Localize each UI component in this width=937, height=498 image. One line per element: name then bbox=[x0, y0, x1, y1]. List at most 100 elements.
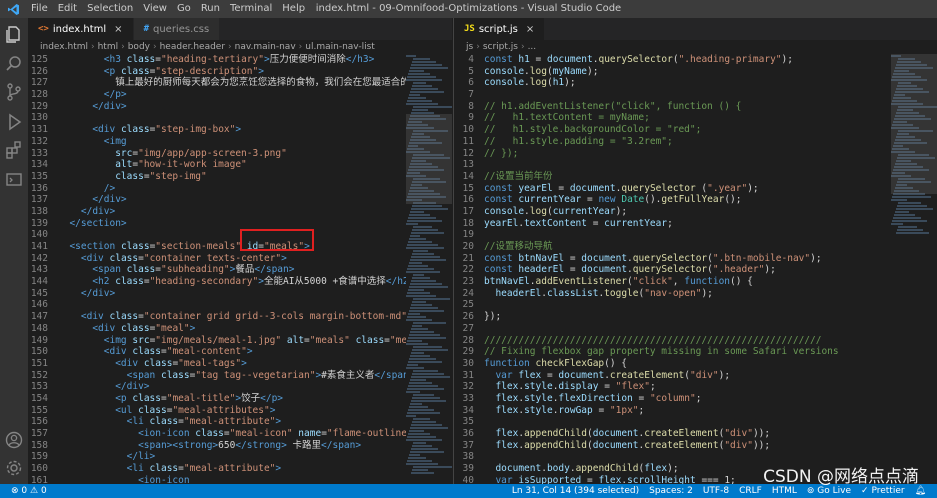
code-line[interactable]: 26}); bbox=[454, 311, 891, 323]
code-line[interactable]: 37 flex.appendChild(document.createEleme… bbox=[454, 440, 891, 452]
minimap-slider[interactable] bbox=[891, 54, 937, 194]
encoding[interactable]: UTF-8 bbox=[703, 486, 729, 496]
code-line[interactable]: 33 flex.style.flexDirection = "column"; bbox=[454, 393, 891, 405]
code-line[interactable]: 147 <div class="container grid grid--3-c… bbox=[28, 311, 413, 323]
code-editor-html[interactable]: 125 <h3 class="heading-tertiary">压力便便时间消… bbox=[28, 54, 442, 484]
breadcrumb-item[interactable]: body bbox=[128, 42, 150, 52]
code-line[interactable]: 15 const yearEl = document.querySelector … bbox=[454, 183, 891, 195]
explorer-icon[interactable] bbox=[4, 24, 24, 44]
code-line[interactable]: 126 <p class="step-description"> bbox=[28, 66, 406, 78]
menu-view[interactable]: View bbox=[138, 0, 172, 18]
code-line[interactable]: 36 flex.appendChild(document.createEleme… bbox=[454, 428, 891, 440]
code-line[interactable]: 154 <p class="meal-title">饺子</p> bbox=[28, 393, 406, 405]
code-line[interactable]: 133 src="img/app/app-screen-3.png" bbox=[28, 148, 406, 160]
breadcrumb-item[interactable]: script.js bbox=[483, 42, 518, 52]
code-line[interactable]: 151 <div class="meal-tags"> bbox=[28, 358, 406, 370]
close-icon[interactable]: × bbox=[526, 24, 534, 35]
code-line[interactable]: 18 yearEl.textContent = currentYear; bbox=[454, 218, 891, 230]
code-line[interactable]: 137 </div> bbox=[28, 194, 406, 206]
code-line[interactable]: 20 //设置移动导航 bbox=[454, 241, 891, 253]
breadcrumb-item[interactable]: ... bbox=[528, 42, 537, 52]
code-line[interactable]: 153 </div> bbox=[28, 381, 406, 393]
code-line[interactable]: 19 bbox=[454, 229, 891, 241]
code-editor-js[interactable]: 4 const h1 = document.querySelector(".hea… bbox=[454, 54, 891, 484]
run-debug-icon[interactable] bbox=[4, 112, 24, 132]
menu-file[interactable]: File bbox=[26, 0, 53, 18]
code-line[interactable]: 35 bbox=[454, 416, 891, 428]
code-line[interactable]: 127 镇上最好的厨师每天都会为您烹饪您选择的食物，我们会在您最适合的时 bbox=[28, 77, 419, 89]
minimap[interactable] bbox=[406, 54, 452, 484]
indentation[interactable]: Spaces: 2 bbox=[649, 486, 693, 496]
code-line[interactable]: 141 <section class="section-meals" id="m… bbox=[28, 241, 406, 253]
prettier-button[interactable]: ✓ Prettier bbox=[861, 486, 905, 496]
code-line[interactable]: 32 flex.style.display = "flex"; bbox=[454, 381, 891, 393]
breadcrumb-item[interactable]: js bbox=[466, 42, 473, 52]
problems-status[interactable]: ⊗ 0 ⚠ 0 bbox=[11, 486, 47, 496]
code-line[interactable]: 134 alt="how-it-work image" bbox=[28, 159, 406, 171]
code-line[interactable]: 146 bbox=[28, 299, 406, 311]
notifications-bell-icon[interactable]: 🔔︎ bbox=[915, 486, 926, 496]
code-line[interactable]: 150 <div class="meal-content"> bbox=[28, 346, 406, 358]
code-line[interactable]: 8 // h1.addEventListener("click", functio… bbox=[454, 101, 891, 113]
code-line[interactable]: 145 </div> bbox=[28, 288, 406, 300]
code-line[interactable]: 28 //////////////////////////////////////… bbox=[454, 335, 891, 347]
code-line[interactable]: 7 bbox=[454, 89, 891, 101]
code-line[interactable]: 140 bbox=[28, 229, 406, 241]
code-line[interactable]: 12 // }); bbox=[454, 148, 891, 160]
code-line[interactable]: 128 </p> bbox=[28, 89, 406, 101]
code-line[interactable]: 22 const headerEl = document.querySelecto… bbox=[454, 264, 891, 276]
code-line[interactable]: 138 </div> bbox=[28, 206, 406, 218]
close-icon[interactable]: × bbox=[114, 24, 122, 35]
breadcrumb-item[interactable]: header.header bbox=[160, 42, 225, 52]
code-line[interactable]: 157 <ion-icon class="meal-icon" name="fl… bbox=[28, 428, 442, 440]
code-line[interactable]: 31 var flex = document.createElement("di… bbox=[454, 370, 891, 382]
source-control-icon[interactable] bbox=[4, 82, 24, 102]
code-line[interactable]: 149 <img src="img/meals/meal-1.jpg" alt=… bbox=[28, 335, 442, 347]
code-line[interactable]: 10 // h1.style.backgroundColor = "red"; bbox=[454, 124, 891, 136]
code-line[interactable]: 161 <ion-icon bbox=[28, 475, 406, 484]
menu-go[interactable]: Go bbox=[172, 0, 196, 18]
search-icon[interactable] bbox=[4, 54, 24, 74]
code-line[interactable]: 17 console.log(currentYear); bbox=[454, 206, 891, 218]
minimap-slider[interactable] bbox=[406, 114, 452, 204]
code-line[interactable]: 136 /> bbox=[28, 183, 406, 195]
code-line[interactable]: 13 bbox=[454, 159, 891, 171]
code-line[interactable]: 152 <span class="tag tag--vegetarian">#素… bbox=[28, 370, 415, 382]
breadcrumb-item[interactable]: ul.main-nav-list bbox=[305, 42, 375, 52]
code-line[interactable]: 129 </div> bbox=[28, 101, 406, 113]
code-line[interactable]: 24 headerEl.classList.toggle("nav-open")… bbox=[454, 288, 891, 300]
code-line[interactable]: 148 <div class="meal"> bbox=[28, 323, 406, 335]
menu-run[interactable]: Run bbox=[196, 0, 225, 18]
code-line[interactable]: 143 <span class="subheading">餐品</span> bbox=[28, 264, 406, 276]
code-line[interactable]: 144 <h2 class="heading-secondary">全能AI从5… bbox=[28, 276, 415, 288]
code-line[interactable]: 27 bbox=[454, 323, 891, 335]
code-line[interactable]: 131 <div class="step-img-box"> bbox=[28, 124, 406, 136]
code-line[interactable]: 155 <ul class="meal-attributes"> bbox=[28, 405, 406, 417]
remote-explorer-icon[interactable] bbox=[4, 170, 24, 190]
code-line[interactable]: 14 //设置当前年份 bbox=[454, 171, 891, 183]
code-line[interactable]: 21 const btnNavEl = document.querySelecto… bbox=[454, 253, 891, 265]
end-of-line[interactable]: CRLF bbox=[739, 486, 762, 496]
tab-queries-css[interactable]: # queries.css bbox=[133, 18, 221, 40]
menu-terminal[interactable]: Terminal bbox=[225, 0, 277, 18]
code-line[interactable]: 23 btnNavEl.addEventListener("click", fun… bbox=[454, 276, 891, 288]
account-icon[interactable] bbox=[4, 430, 24, 450]
settings-gear-icon[interactable] bbox=[4, 458, 24, 478]
code-line[interactable]: 159 </li> bbox=[28, 451, 406, 463]
code-line[interactable]: 6 console.log(h1); bbox=[454, 77, 891, 89]
code-line[interactable]: 9 // h1.textContent = myName; bbox=[454, 112, 891, 124]
code-line[interactable]: 130 bbox=[28, 112, 406, 124]
language-mode[interactable]: HTML bbox=[772, 486, 797, 496]
code-line[interactable]: 160 <li class="meal-attribute"> bbox=[28, 463, 406, 475]
code-line[interactable]: 29 // Fixing flexbox gap property missing… bbox=[454, 346, 891, 358]
code-line[interactable]: 5 console.log(myName); bbox=[454, 66, 891, 78]
breadcrumb-item[interactable]: html bbox=[98, 42, 119, 52]
code-line[interactable]: 34 flex.style.rowGap = "1px"; bbox=[454, 405, 891, 417]
cursor-position[interactable]: Ln 31, Col 14 (394 selected) bbox=[512, 486, 639, 496]
code-line[interactable]: 132 <img bbox=[28, 136, 406, 148]
go-live-button[interactable]: ⊚ Go Live bbox=[807, 486, 851, 496]
tab-script-js[interactable]: JS script.js × bbox=[454, 18, 546, 40]
menu-help[interactable]: Help bbox=[277, 0, 310, 18]
minimap[interactable] bbox=[891, 54, 937, 484]
code-line[interactable]: 25 bbox=[454, 299, 891, 311]
